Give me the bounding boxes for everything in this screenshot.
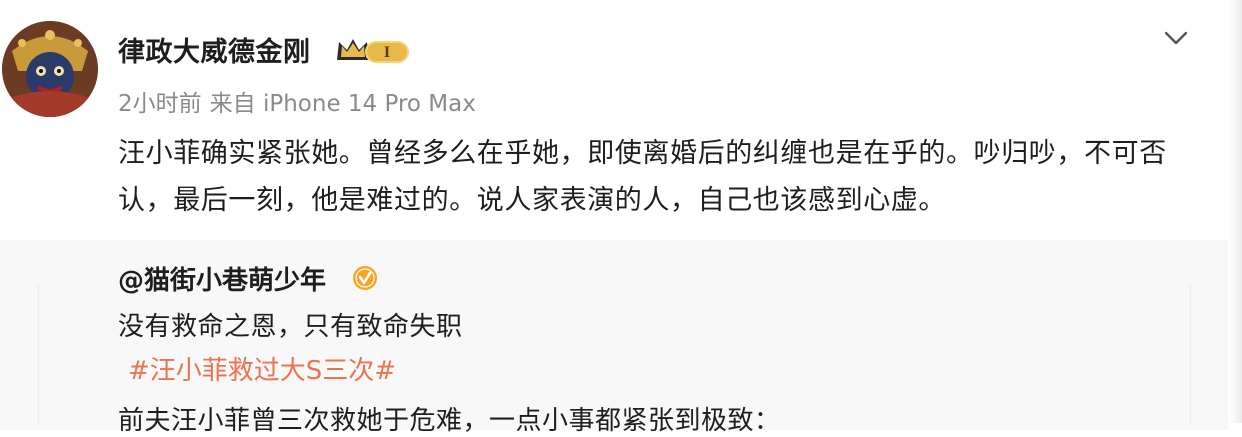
rank-badge-label: I	[384, 44, 390, 61]
verified-icon	[352, 265, 378, 291]
crown-rank-icon[interactable]: I	[335, 36, 411, 66]
post-time: 2小时前	[118, 91, 202, 117]
chevron-down-icon[interactable]	[1162, 28, 1190, 48]
post-username[interactable]: 律政大威德金刚	[118, 30, 311, 69]
quoted-text: 没有救命之恩，只有致命失职	[118, 312, 463, 342]
post-meta: 2小时前 来自 iPhone 14 Pro Max	[118, 84, 476, 118]
quoted-username[interactable]: @猫街小巷萌少年	[118, 260, 326, 297]
post-source: 来自 iPhone 14 Pro Max	[209, 91, 476, 117]
quote-divider-left	[38, 285, 39, 425]
hashtag-link[interactable]: #汪小菲救过大S三次#	[128, 350, 396, 387]
avatar-icon[interactable]	[2, 21, 98, 117]
quoted-text-continued: 前夫汪小菲曾三次救她于危难，一点小事都紧张到极致：	[118, 406, 781, 436]
post-text: 汪小菲确实紧张她。曾经多么在乎她，即使离婚后的纠缠也是在乎的。吵归吵，不可否认，…	[118, 138, 1167, 216]
window-edge	[1230, 0, 1242, 423]
quote-divider-right	[1190, 285, 1191, 425]
